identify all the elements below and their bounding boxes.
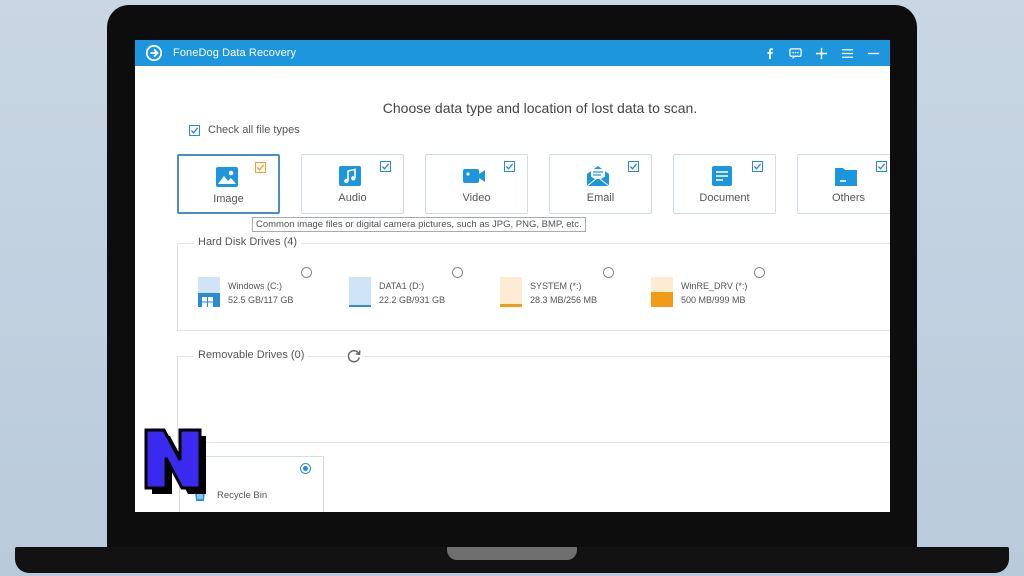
plus-icon[interactable]: [814, 46, 828, 60]
recycle-bin-radio[interactable]: [300, 463, 311, 474]
type-card-email[interactable]: Email: [549, 154, 652, 214]
check-all-file-types[interactable]: Check all file types: [189, 124, 300, 136]
type-checkbox-others[interactable]: [876, 161, 887, 172]
title-actions: [762, 46, 880, 60]
drive-radio[interactable]: [754, 267, 765, 278]
n-logo-icon: [144, 428, 206, 494]
video-icon: [463, 169, 485, 183]
hard-disk-drives-group: Hard Disk Drives (4) Windows (C:) 52.5 G…: [177, 236, 890, 331]
app-title: FoneDog Data Recovery: [173, 47, 297, 59]
recycle-bin-label: Recycle Bin: [217, 490, 268, 501]
email-icon: [586, 166, 610, 187]
type-label-document: Document: [699, 192, 750, 204]
page-heading: Choose data type and location of lost da…: [382, 100, 698, 116]
drive-winre-drv[interactable]: WinRE_DRV (*:) 500 MB/999 MB: [651, 267, 801, 315]
drive-data1-d[interactable]: DATA1 (D:) 22.2 GB/931 GB: [349, 267, 499, 315]
checkmark-icon: [190, 126, 199, 134]
document-icon: [712, 166, 732, 186]
drive-system[interactable]: SYSTEM (*:) 28.3 MB/256 MB: [500, 267, 650, 315]
audio-icon: [339, 166, 361, 186]
drive-name: DATA1 (D:): [379, 281, 425, 291]
type-label-others: Others: [831, 192, 865, 204]
type-card-image[interactable]: Image: [177, 154, 280, 214]
checkmark-icon: [753, 163, 762, 170]
check-all-label: Check all file types: [208, 124, 300, 136]
checkmark-icon: [877, 163, 886, 170]
drive-size: 28.3 MB/256 MB: [530, 295, 598, 305]
windows-drive-icon: [198, 277, 220, 307]
type-label-audio: Audio: [338, 192, 367, 204]
drive-name: Windows (C:): [228, 281, 283, 291]
drive-radio[interactable]: [301, 267, 312, 278]
laptop-notch: [447, 547, 577, 560]
disk-drive-icon: [651, 277, 673, 307]
image-icon: [216, 167, 238, 187]
app-window: FoneDog Data Recovery Choose data type a…: [135, 40, 890, 512]
type-checkbox-image[interactable]: [255, 162, 266, 173]
type-checkbox-email[interactable]: [628, 161, 639, 172]
removable-drives-title: Removable Drives (0): [194, 349, 309, 361]
type-checkbox-video[interactable]: [504, 161, 515, 172]
checkmark-icon: [381, 163, 390, 170]
drive-radio[interactable]: [452, 267, 463, 278]
hard-disk-drives-title: Hard Disk Drives (4): [194, 236, 302, 248]
drive-size: 22.2 GB/931 GB: [379, 295, 446, 305]
type-checkbox-audio[interactable]: [380, 161, 391, 172]
type-label-image: Image: [213, 193, 244, 205]
minimize-icon[interactable]: [866, 46, 880, 60]
drive-windows-c[interactable]: Windows (C:) 52.5 GB/117 GB: [198, 267, 348, 315]
type-label-email: Email: [586, 192, 615, 204]
type-card-document[interactable]: Document: [673, 154, 776, 214]
refresh-icon[interactable]: [346, 348, 362, 364]
type-checkbox-document[interactable]: [752, 161, 763, 172]
chat-icon[interactable]: [788, 46, 802, 60]
type-card-audio[interactable]: Audio: [301, 154, 404, 214]
checkmark-icon: [256, 164, 265, 171]
type-card-video[interactable]: Video: [425, 154, 528, 214]
checkmark-icon: [629, 163, 638, 170]
type-label-video: Video: [462, 192, 491, 204]
image-type-tooltip: Common image files or digital camera pic…: [252, 217, 586, 232]
checkmark-icon: [505, 163, 514, 170]
menu-icon[interactable]: [840, 46, 854, 60]
drive-radio[interactable]: [603, 267, 614, 278]
facebook-icon[interactable]: [762, 46, 776, 60]
disk-drive-icon: [349, 277, 371, 307]
removable-drives-group: Removable Drives (0): [177, 348, 890, 443]
check-all-checkbox[interactable]: [189, 124, 200, 136]
disk-drive-icon: [500, 277, 522, 307]
drive-name: WinRE_DRV (*:): [681, 281, 748, 291]
title-bar: FoneDog Data Recovery: [135, 40, 890, 66]
drive-size: 52.5 GB/117 GB: [228, 295, 294, 305]
drive-size: 500 MB/999 MB: [681, 295, 746, 305]
app-logo-icon: [145, 44, 163, 62]
folder-icon: [835, 168, 857, 186]
type-card-others[interactable]: Others: [797, 154, 890, 214]
drive-name: SYSTEM (*:): [530, 281, 582, 291]
